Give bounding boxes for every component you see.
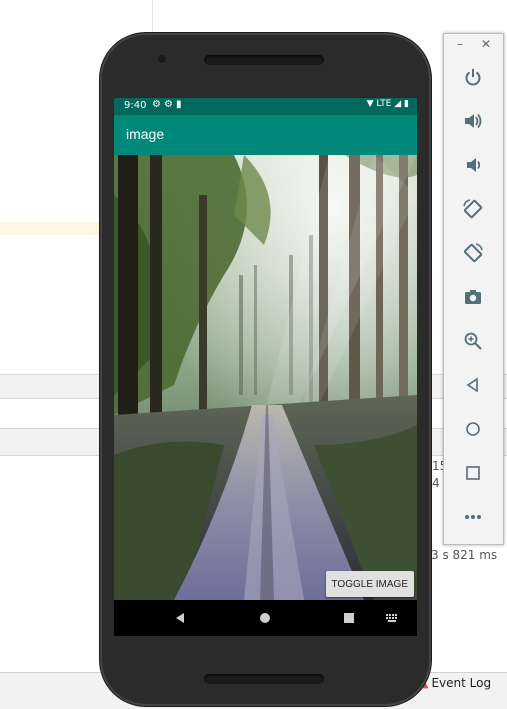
status-system-icons: ▼ LTE ◢ ▮ [367, 99, 409, 109]
back-icon [466, 377, 478, 393]
rotate-right-button[interactable] [459, 239, 487, 267]
app-title: image [126, 126, 165, 142]
event-log-label: Event Log [431, 676, 492, 690]
back-button[interactable] [459, 371, 487, 399]
camera-icon [465, 290, 481, 304]
network-type: LTE [376, 99, 392, 109]
nav-home-button[interactable] [255, 600, 275, 636]
zoom-icon [464, 332, 482, 350]
toggle-image-button[interactable]: TOGGLE IMAGE [325, 571, 414, 597]
app-toolbar: image [114, 115, 417, 155]
more-icon [465, 515, 481, 519]
zoom-button[interactable] [459, 327, 487, 355]
ide-side-number: 4 [432, 476, 440, 490]
sd-card-icon: ▮ [175, 99, 185, 110]
navigation-bar [114, 600, 417, 636]
nav-recents-button[interactable] [339, 600, 359, 636]
bottom-speaker [204, 674, 324, 684]
battery-icon: ▮ [404, 99, 409, 109]
screenshot-button[interactable] [459, 283, 487, 311]
gear-icon: ⚙ [152, 99, 164, 110]
home-icon [260, 613, 270, 623]
close-icon[interactable]: ✕ [481, 37, 491, 51]
forest-image [114, 155, 417, 600]
build-duration: 3 s 821 ms [431, 548, 498, 562]
status-bar: 9:40 ⚙⚙▮ ▼ LTE ◢ ▮ [114, 98, 417, 115]
gear-icon: ⚙ [163, 99, 176, 110]
overview-button[interactable] [459, 459, 487, 487]
rotate-right-icon [463, 243, 483, 263]
volume-up-icon [465, 113, 482, 129]
emulator-toolbar: – ✕ [443, 33, 504, 545]
wifi-icon: ▼ [366, 99, 374, 109]
volume-down-icon [467, 158, 481, 172]
top-speaker [204, 55, 324, 65]
app-content: TOGGLE IMAGE [114, 155, 417, 600]
nav-keyboard-button[interactable] [382, 600, 402, 636]
more-button[interactable] [459, 503, 487, 531]
volume-up-button[interactable] [459, 107, 487, 135]
status-notification-icons: ⚙⚙▮ [152, 99, 184, 110]
home-icon [466, 422, 480, 436]
phone-device-frame: 9:40 ⚙⚙▮ ▼ LTE ◢ ▮ image TOGGLE IMAGE [100, 33, 431, 706]
event-log-button[interactable]: ▲Event Log [420, 676, 491, 690]
signal-icon: ◢ [394, 99, 402, 109]
recents-icon [344, 613, 354, 623]
phone-screen: 9:40 ⚙⚙▮ ▼ LTE ◢ ▮ image TOGGLE IMAGE [114, 98, 417, 636]
keyboard-icon [386, 614, 397, 622]
back-icon [176, 613, 184, 623]
rotate-left-button[interactable] [459, 195, 487, 223]
volume-down-button[interactable] [459, 151, 487, 179]
nav-back-button[interactable] [170, 600, 190, 636]
rotate-left-icon [463, 199, 483, 219]
minimize-icon[interactable]: – [457, 37, 463, 51]
power-icon [465, 69, 481, 86]
status-time: 9:40 [124, 100, 147, 111]
overview-icon [466, 466, 480, 480]
front-camera [158, 55, 166, 63]
power-button[interactable] [459, 63, 487, 91]
home-button[interactable] [459, 415, 487, 443]
